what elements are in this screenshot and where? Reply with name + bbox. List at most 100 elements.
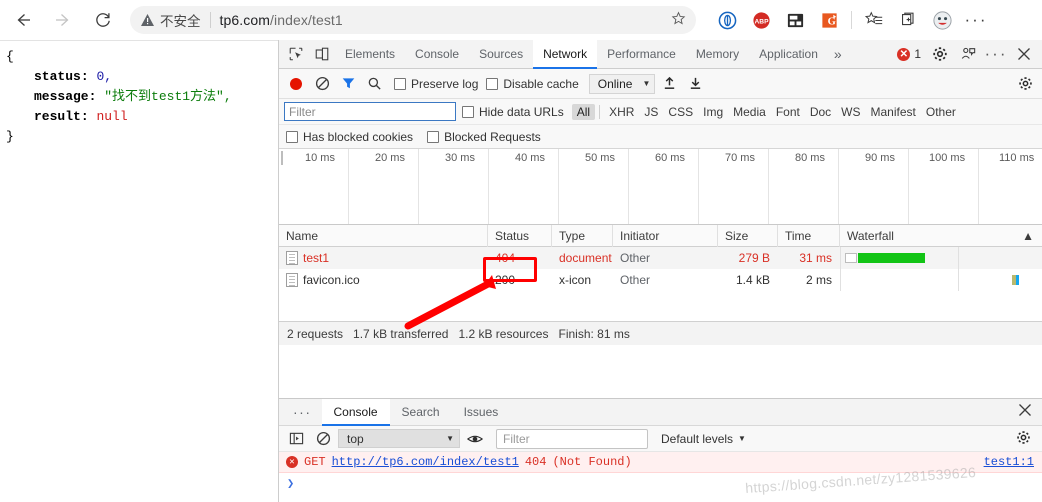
live-expression-eye-icon[interactable] (463, 427, 487, 451)
json-line-result: result: null (6, 107, 278, 127)
drawer-close-icon[interactable] (1018, 403, 1042, 421)
console-filter-input[interactable]: Filter (496, 428, 648, 449)
filter-type-img[interactable]: Img (698, 104, 728, 120)
summary-requests: 2 requests (287, 326, 344, 341)
feedback-person-icon[interactable] (955, 41, 981, 67)
console-error-source-link[interactable]: test1:1 (984, 455, 1042, 469)
close-icon[interactable] (1011, 41, 1037, 67)
hide-data-urls-checkbox[interactable]: Hide data URLs (462, 105, 564, 119)
column-waterfall-label: Waterfall (847, 228, 894, 243)
drawer-tab-console[interactable]: Console (321, 398, 390, 426)
sort-ascending-icon: ▲ (1022, 228, 1034, 243)
table-row[interactable]: favicon.ico 200 x-icon Other 1.4 kB 2 ms (279, 269, 1042, 291)
more-horizontal-icon[interactable]: ··· (959, 5, 993, 35)
filter-type-ws[interactable]: WS (836, 104, 865, 120)
back-button[interactable] (6, 3, 40, 37)
preserve-log-checkbox[interactable]: Preserve log (394, 77, 478, 91)
network-overview-timeline[interactable]: 10 ms 20 ms 30 ms 40 ms 50 ms 60 ms 70 m… (279, 149, 1042, 225)
console-settings-gear-icon[interactable] (1016, 430, 1037, 448)
filter-type-font[interactable]: Font (771, 104, 805, 120)
filter-type-media[interactable]: Media (728, 104, 771, 120)
tab-network[interactable]: Network (533, 39, 598, 69)
console-sidebar-icon[interactable] (284, 427, 308, 451)
filter-type-manifest[interactable]: Manifest (866, 104, 921, 120)
filter-type-css[interactable]: CSS (663, 104, 698, 120)
column-time[interactable]: Time (778, 224, 840, 247)
network-settings-gear-icon[interactable] (1013, 72, 1037, 96)
chevron-double-right-icon[interactable]: » (828, 46, 848, 62)
console-levels-select[interactable]: Default levels ▼ (661, 432, 746, 446)
summary-finish: Finish: 81 ms (558, 326, 630, 341)
checkbox-box (462, 105, 474, 118)
tab-elements[interactable]: Elements (335, 40, 405, 69)
reload-button[interactable] (86, 3, 120, 37)
request-name-cell[interactable]: favicon.ico (279, 273, 488, 287)
search-icon[interactable] (362, 72, 386, 96)
overview-tick-100ms: 100 ms (929, 152, 966, 164)
drawer-tab-search[interactable]: Search (390, 399, 452, 426)
star-icon[interactable] (671, 11, 686, 29)
request-waterfall (840, 269, 1042, 291)
devtools-more-icon[interactable]: ··· (983, 41, 1009, 67)
browser-toolbar: 不安全 tp6.com/index/test1 ABP G ··· (0, 0, 1042, 40)
console-context-select[interactable]: top ▼ (338, 429, 460, 448)
translate-icon[interactable]: G (812, 5, 846, 35)
clear-icon[interactable] (310, 72, 334, 96)
overview-tick-50ms: 50 ms (585, 152, 615, 164)
favorites-icon[interactable] (857, 5, 891, 35)
overview-tick-60ms: 60 ms (655, 152, 685, 164)
screenshot-icon[interactable] (778, 5, 812, 35)
record-stop-icon[interactable] (284, 72, 308, 96)
request-time: 31 ms (799, 251, 832, 265)
disable-cache-label: Disable cache (503, 76, 579, 91)
network-summary-bar: 2 requests 1.7 kB transferred 1.2 kB res… (279, 321, 1042, 345)
error-count-badge[interactable]: ✕ 1 (897, 47, 921, 61)
clear-console-icon[interactable] (311, 427, 335, 451)
drawer-tab-issues[interactable]: Issues (452, 399, 511, 426)
import-har-icon[interactable] (657, 72, 681, 96)
column-status[interactable]: Status (488, 224, 552, 247)
table-row[interactable]: test1 404 document Other 279 B 31 ms (279, 247, 1042, 269)
browser-shield-icon[interactable] (710, 5, 744, 35)
device-toolbar-icon[interactable] (309, 41, 335, 67)
request-waterfall (840, 247, 1042, 269)
profile-avatar-icon[interactable] (925, 5, 959, 35)
column-waterfall[interactable]: Waterfall ▲ (840, 225, 1042, 247)
drawer-more-icon[interactable]: ··· (283, 404, 322, 420)
filter-type-other[interactable]: Other (921, 104, 961, 120)
inspect-element-icon[interactable] (283, 41, 309, 67)
tab-application[interactable]: Application (749, 40, 828, 69)
network-filter-input[interactable]: Filter (284, 102, 456, 121)
column-initiator[interactable]: Initiator (613, 224, 718, 247)
gear-icon[interactable] (927, 41, 953, 67)
disable-cache-checkbox[interactable]: Disable cache (486, 76, 579, 91)
filter-type-js[interactable]: JS (639, 104, 663, 120)
tab-sources[interactable]: Sources (469, 40, 533, 69)
collections-icon[interactable] (891, 5, 925, 35)
chevron-down-icon: ▼ (642, 79, 651, 88)
json-line-status: status: 0, (6, 67, 278, 87)
filter-type-doc[interactable]: Doc (805, 104, 836, 120)
export-har-icon[interactable] (683, 72, 707, 96)
warning-triangle-icon (140, 13, 155, 27)
abp-icon[interactable]: ABP (744, 5, 778, 35)
tab-console[interactable]: Console (405, 40, 469, 69)
filter-type-all[interactable]: All (571, 103, 596, 120)
overview-tick-40ms: 40 ms (515, 152, 545, 164)
request-name-cell[interactable]: test1 (279, 251, 488, 265)
throttling-value: Online (597, 76, 633, 91)
console-error-url[interactable]: http://tp6.com/index/test1 (332, 455, 519, 469)
json-value-message: "找不到test1方法", (104, 89, 232, 104)
column-type[interactable]: Type (552, 224, 613, 247)
throttling-select[interactable]: Online ▼ (588, 73, 656, 94)
blocked-requests-checkbox[interactable]: Blocked Requests (427, 130, 541, 144)
tab-performance[interactable]: Performance (597, 40, 686, 69)
column-size[interactable]: Size (718, 224, 778, 247)
forward-button[interactable] (46, 3, 80, 37)
address-bar[interactable]: 不安全 tp6.com/index/test1 (130, 6, 696, 34)
has-blocked-cookies-checkbox[interactable]: Has blocked cookies (286, 130, 413, 144)
column-name[interactable]: Name (279, 224, 488, 247)
filter-type-xhr[interactable]: XHR (604, 104, 639, 120)
tab-memory[interactable]: Memory (686, 40, 749, 69)
filter-funnel-icon[interactable] (336, 72, 360, 96)
